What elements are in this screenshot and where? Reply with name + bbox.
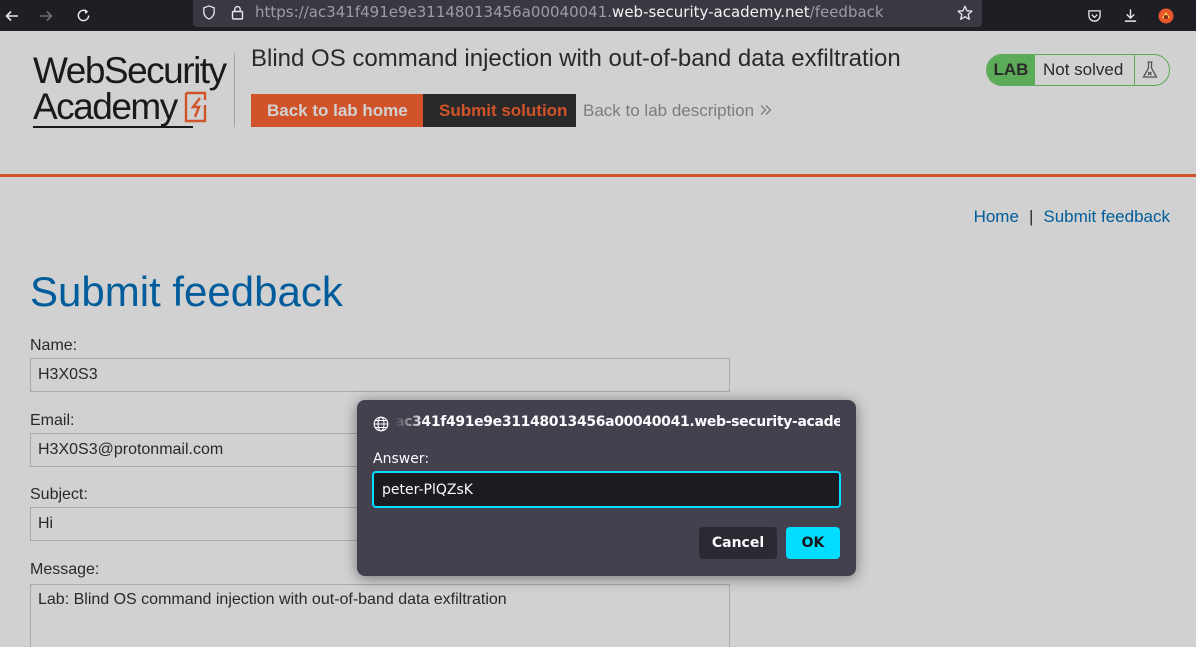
shield-icon[interactable] bbox=[199, 0, 219, 25]
answer-input[interactable] bbox=[372, 471, 841, 508]
address-bar[interactable]: https://ac341f491e9e31148013456a00040041… bbox=[193, 0, 982, 27]
forward-arrow-icon[interactable] bbox=[34, 0, 58, 31]
dialog-origin-fade bbox=[395, 414, 425, 434]
download-icon[interactable] bbox=[1120, 0, 1140, 31]
url-text[interactable]: https://ac341f491e9e31148013456a00040041… bbox=[255, 0, 884, 25]
dialog-origin: ac341f491e9e31148013456a00040041.web-sec… bbox=[395, 414, 840, 430]
url-host: web-security-academy.net bbox=[612, 3, 810, 21]
url-prefix: https://ac341f491e9e31148013456a00040041… bbox=[255, 3, 613, 21]
globe-icon bbox=[373, 416, 389, 432]
url-path: /feedback bbox=[809, 3, 884, 21]
cancel-button[interactable]: Cancel bbox=[699, 527, 777, 559]
extension-icon[interactable] bbox=[1155, 0, 1177, 31]
browser-toolbar: https://ac341f491e9e31148013456a00040041… bbox=[0, 0, 1196, 31]
back-arrow-icon[interactable] bbox=[0, 0, 24, 31]
lock-icon[interactable] bbox=[227, 0, 247, 25]
pocket-icon[interactable] bbox=[1084, 0, 1104, 31]
prompt-dialog: ac341f491e9e31148013456a00040041.web-sec… bbox=[357, 400, 856, 576]
ok-button[interactable]: OK bbox=[786, 527, 840, 559]
answer-label: Answer: bbox=[373, 451, 430, 467]
bookmark-star-icon[interactable] bbox=[954, 0, 976, 25]
reload-icon[interactable] bbox=[72, 0, 94, 31]
